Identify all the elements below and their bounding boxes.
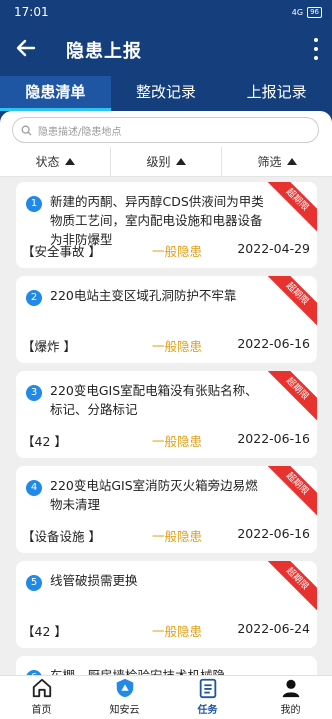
item-date: 2022-04-29 [237,241,310,256]
item-level: 一般隐患 [152,434,203,449]
item-date: 2022-06-24 [237,621,310,636]
list-item[interactable]: 2 220电站主变区域孔洞防护不牢靠 超期限 【爆炸 】 一般隐患 2022-0… [16,276,317,363]
battery-icon: 96 [307,6,322,18]
sort-up-icon [175,158,186,165]
back-arrow-icon[interactable] [14,36,38,60]
item-type: 【42 】 [22,624,67,639]
overdue-badge: 超期限 [263,276,317,328]
status-bar: 17:01 4G 96 [0,0,332,24]
item-date: 2022-06-16 [237,526,310,541]
home-icon [32,678,51,698]
item-number: 1 [26,196,42,212]
nav-mine[interactable]: 我的 [249,676,332,719]
item-description: 线管破损需更换 [50,573,138,588]
item-number: 4 [26,480,42,496]
item-description: 220电站主变区域孔洞防护不牢靠 [50,288,237,303]
filter-row: 状态 级别 筛选 [0,147,332,177]
item-date: 2022-06-16 [237,431,310,446]
item-level: 一般隐患 [152,244,203,259]
sort-up-icon [64,158,75,165]
item-description: 220变电GIS室配电箱没有张贴名称、标记、分路标记 [50,383,258,417]
tab-bar: 隐患清单 整改记录 上报记录 [0,76,332,111]
tab-rectification-records[interactable]: 整改记录 [111,76,222,111]
nav-tasks[interactable]: 任务 [166,676,249,719]
nav-zhianyun[interactable]: 知安云 [83,676,166,719]
item-level: 一般隐患 [152,339,203,354]
overdue-badge: 超期限 [263,182,317,234]
filter-panel: 隐患描述/隐患地点 状态 级别 筛选 [0,111,332,177]
more-options-icon[interactable] [312,38,320,60]
tab-report-records[interactable]: 上报记录 [221,76,332,111]
tab-hazard-list[interactable]: 隐患清单 [0,76,111,111]
filter-status[interactable]: 状态 [0,147,111,176]
item-type: 【42 】 [22,434,67,449]
shield-icon [116,678,133,698]
list-item[interactable]: 1 新建的丙酮、异丙醇CDS供液间为甲类物质工艺间，室内配电设施和电器设备为非防… [16,182,317,268]
user-icon [282,679,299,698]
nav-home[interactable]: 首页 [0,676,83,719]
overdue-badge: 超期限 [263,371,317,423]
item-level: 一般隐患 [152,529,203,544]
bottom-nav: 首页 知安云 任务 我的 [0,675,332,719]
item-level: 一般隐患 [152,624,203,639]
overdue-badge: 超期限 [263,466,317,518]
item-type: 【设备设施 】 [22,529,101,544]
hazard-list: 1 新建的丙酮、异丙醇CDS供液间为甲类物质工艺间，室内配电设施和电器设备为非防… [0,177,332,677]
list-item[interactable]: 4 220变电站GIS室消防灭火箱旁边易燃物未清理 超期限 【设备设施 】 一般… [16,466,317,553]
filter-level[interactable]: 级别 [111,147,222,176]
list-item[interactable]: 3 220变电GIS室配电箱没有张贴名称、标记、分路标记 超期限 【42 】 一… [16,371,317,458]
list-item[interactable]: 5 线管破损需更换 超期限 【42 】 一般隐患 2022-06-24 [16,561,317,648]
task-icon [199,678,216,699]
item-description: 220变电站GIS室消防灭火箱旁边易燃物未清理 [50,478,258,512]
app-bar: 隐患上报 [0,24,332,76]
item-type: 【安全事故 】 [22,244,101,259]
search-placeholder: 隐患描述/隐患地点 [38,126,122,138]
item-number: 2 [26,290,42,306]
item-date: 2022-06-16 [237,336,310,351]
list-item[interactable]: 6 车棚、厨房墙检验安技术机械隐 [16,656,317,677]
overdue-badge: 超期限 [263,561,317,613]
item-number: 5 [26,575,42,591]
status-time: 17:01 [14,5,49,19]
sort-up-icon [286,158,297,165]
search-input[interactable]: 隐患描述/隐患地点 [12,117,319,143]
search-icon [21,125,32,136]
item-number: 3 [26,385,42,401]
page-title: 隐患上报 [66,41,142,62]
signal-indicator: 4G [291,7,304,17]
filter-screen[interactable]: 筛选 [222,147,332,176]
item-type: 【爆炸 】 [22,339,76,354]
